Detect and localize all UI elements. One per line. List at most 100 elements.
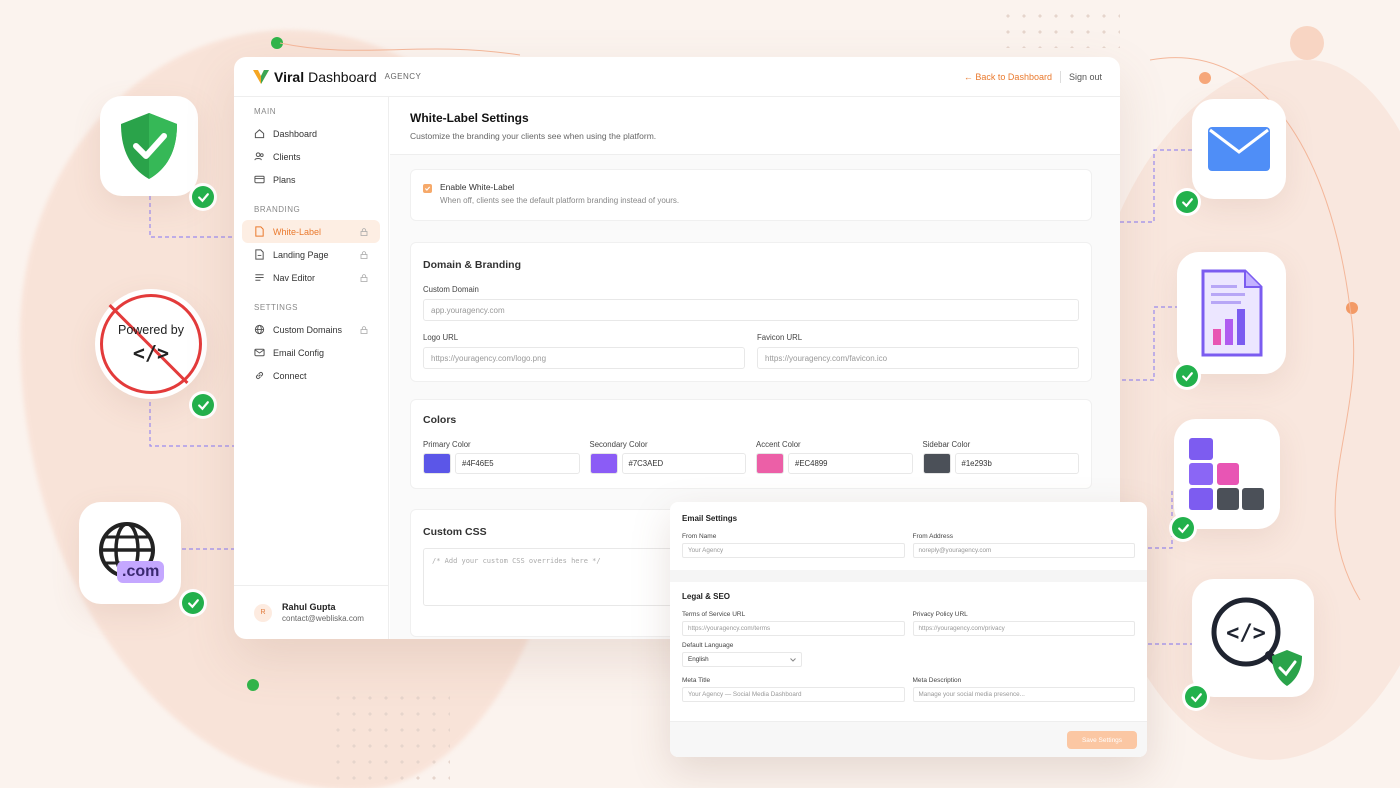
favicon-url-input[interactable]: https://youragency.com/favicon.ico <box>757 347 1079 369</box>
color-swatch[interactable] <box>922 453 951 474</box>
color-field: Primary Color #4F46E5 <box>423 440 580 474</box>
meta-title-label: Meta Title <box>682 677 711 684</box>
color-label: Accent Color <box>756 440 801 449</box>
terms-url-input[interactable]: https://youragency.com/terms <box>682 621 905 636</box>
users-icon <box>254 151 265 162</box>
logo-suffix: Dashboard <box>308 68 377 85</box>
custom-domain-label: Custom Domain <box>423 285 479 294</box>
logo-url-label: Logo URL <box>423 333 459 342</box>
enable-white-label-panel: Enable White-Label When off, clients see… <box>410 169 1092 221</box>
sidebar-item-label: Plans <box>273 174 296 185</box>
logo-url-input[interactable]: https://youragency.com/logo.png <box>423 347 745 369</box>
from-name-label: From Name <box>682 533 717 540</box>
report-card <box>1177 252 1286 374</box>
app-logo[interactable]: Viral Dashboard <box>252 69 377 85</box>
code-search-card: </> <box>1192 579 1314 697</box>
sidebar-item-plans[interactable]: Plans <box>242 168 380 191</box>
sidebar-section-settings: SETTINGS <box>254 303 299 312</box>
check-badge-icon <box>182 592 204 614</box>
section-title: Email Settings <box>682 514 738 523</box>
sidebar-item-label: Email Config <box>273 347 325 358</box>
lock-icon <box>360 227 368 236</box>
custom-css-textarea[interactable]: /* Add your custom CSS overrides here */ <box>423 548 673 606</box>
save-settings-button[interactable]: Save Settings <box>1067 731 1137 749</box>
meta-description-input[interactable]: Manage your social media presence... <box>912 687 1135 702</box>
enable-white-label-label: Enable White-Label <box>440 182 515 192</box>
check-badge-icon <box>1176 365 1198 387</box>
enable-white-label-help: When off, clients see the default platfo… <box>440 196 680 205</box>
section-title: Legal & SEO <box>682 592 731 601</box>
enable-white-label-checkbox[interactable] <box>423 184 432 193</box>
lock-icon <box>360 273 368 282</box>
privacy-url-input[interactable]: https://youragency.com/privacy <box>912 621 1135 636</box>
color-label: Primary Color <box>423 440 471 449</box>
home-icon <box>254 128 265 139</box>
color-hex-input[interactable]: #EC4899 <box>788 453 913 474</box>
check-badge-icon <box>192 186 214 208</box>
sidebar-item-label: Nav Editor <box>273 272 316 283</box>
sidebar-item-dashboard[interactable]: Dashboard <box>242 122 380 145</box>
sidebar-item-white-label[interactable]: White-Label <box>242 220 380 243</box>
custom-domain-input[interactable]: app.youragency.com <box>423 299 1079 321</box>
meta-description-label: Meta Description <box>912 677 962 684</box>
sidebar-item-label: White-Label <box>273 226 322 237</box>
menu-icon <box>254 272 265 283</box>
user-profile[interactable]: R Rahul Gupta contact@webliska.com <box>234 585 388 639</box>
color-field: Accent Color #EC4899 <box>756 440 913 474</box>
check-badge-icon <box>192 394 214 416</box>
color-swatch[interactable] <box>589 453 618 474</box>
shield-card <box>100 96 198 196</box>
sidebar-item-nav-editor[interactable]: Nav Editor <box>242 266 380 289</box>
page-header: White-Label Settings Customize the brand… <box>390 97 1120 155</box>
check-badge-icon <box>1185 686 1207 708</box>
section-title: Domain & Branding <box>423 259 522 271</box>
sidebar-item-connect[interactable]: Connect <box>242 364 380 387</box>
lock-icon <box>360 325 368 334</box>
sidebar-item-clients[interactable]: Clients <box>242 145 380 168</box>
sidebar-item-custom-domains[interactable]: Custom Domains <box>242 318 380 341</box>
language-select[interactable]: English <box>682 652 802 667</box>
color-swatch[interactable] <box>756 453 784 474</box>
terms-label: Terms of Service URL <box>682 611 746 618</box>
v-logo-icon <box>253 69 269 84</box>
code-icon: </> <box>132 341 170 365</box>
from-address-label: From Address <box>912 533 953 540</box>
back-to-dashboard-link[interactable]: ← Back to Dashboard <box>964 72 1052 82</box>
globe-icon <box>254 324 265 335</box>
card-icon <box>254 174 265 185</box>
sidebar-section-main: MAIN <box>254 107 276 116</box>
sidebar-item-label: Connect <box>273 370 307 381</box>
signout-link[interactable]: Sign out <box>1069 72 1102 82</box>
agency-badge: AGENCY <box>384 72 422 81</box>
from-address-input[interactable]: noreply@youragency.com <box>912 543 1135 558</box>
avatar: R <box>254 603 272 622</box>
back-link-label: Back to Dashboard <box>975 71 1052 82</box>
from-name-input[interactable]: Your Agency <box>682 543 905 558</box>
color-fields: Primary Color #4F46E5 Secondary Color #7… <box>423 440 1079 474</box>
privacy-label: Privacy Policy URL <box>912 611 968 618</box>
color-label: Sidebar Color <box>922 440 971 449</box>
email-settings-section: Email Settings From Name Your Agency Fro… <box>670 514 1147 558</box>
email-card <box>1192 99 1286 199</box>
check-badge-icon <box>1172 517 1194 539</box>
sidebar-item-email-config[interactable]: Email Config <box>242 341 380 364</box>
sidebar: MAIN Dashboard Clients Plans BRANDING Wh… <box>234 97 389 639</box>
page-title: White-Label Settings <box>410 111 529 125</box>
no-powered-by-card: Powered by </> <box>95 289 207 399</box>
mail-icon <box>254 347 265 358</box>
color-hex-input[interactable]: #1e293b <box>954 453 1079 474</box>
section-divider <box>670 570 1147 582</box>
color-hex-input[interactable]: #4F46E5 <box>455 453 580 474</box>
chevron-down-icon <box>790 657 796 662</box>
color-hex-input[interactable]: #7C3AED <box>621 453 746 474</box>
powered-by-text: Powered by <box>117 323 184 337</box>
email-legal-window: Email Settings From Name Your Agency Fro… <box>670 502 1147 757</box>
sidebar-section-branding: BRANDING <box>254 205 301 214</box>
blocks-card <box>1174 419 1280 529</box>
color-field: Sidebar Color #1e293b <box>922 440 1079 474</box>
sidebar-item-landing-page[interactable]: Landing Page <box>242 243 380 266</box>
lock-icon <box>360 250 368 259</box>
code-search-icon: </> <box>1211 597 1302 686</box>
color-swatch[interactable] <box>423 453 451 474</box>
meta-title-input[interactable]: Your Agency — Social Media Dashboard <box>682 687 905 702</box>
